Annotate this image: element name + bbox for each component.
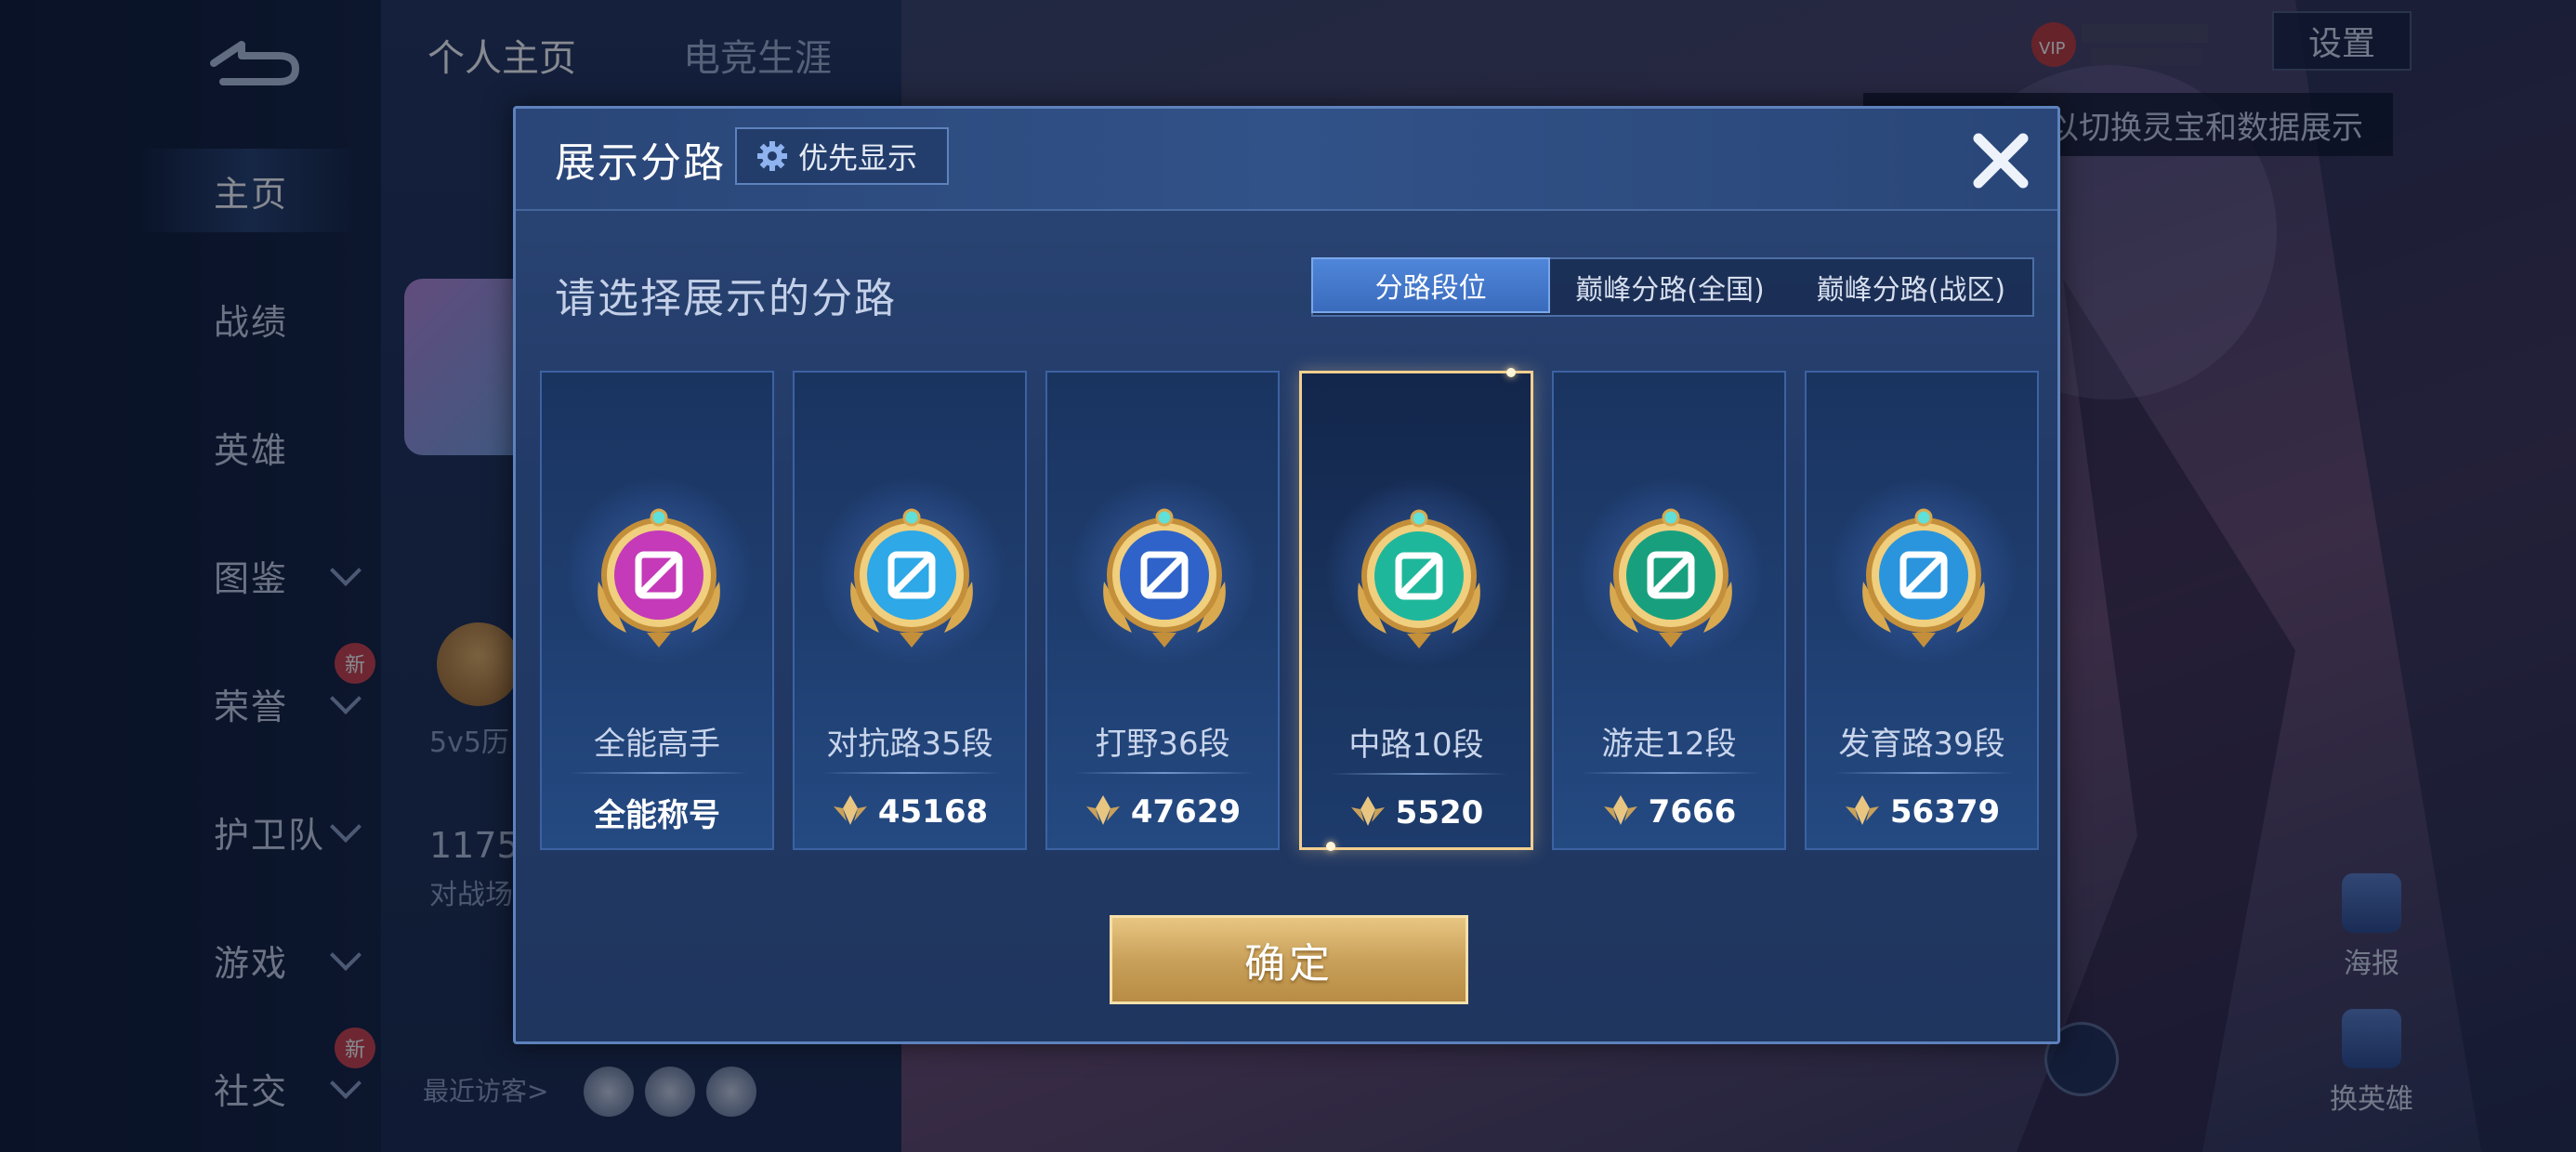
divider [1582,772,1760,774]
lane-card-label: 打野36段 [1095,726,1230,763]
lane-card-label: 全能高手 [594,726,720,763]
lane-card-value: 7666 [1648,793,1737,831]
divider [1834,772,2013,774]
dialog-subtitle: 请选择展示的分路 [555,275,897,322]
tab-peak-lane-national[interactable]: 巅峰分路(全国) [1550,259,1789,315]
farm-lane-emblem-icon [1854,493,1993,651]
lane-card-label: 游走12段 [1601,726,1737,763]
lane-card-value: 45168 [877,793,989,831]
peak-score-icon [1844,793,1881,831]
lane-card-value-row: 7666 [1554,787,1784,837]
lane-card[interactable]: 游走12段 7666 [1552,371,1786,850]
divider [1330,773,1508,775]
lane-card-value: 47629 [1130,793,1242,831]
lane-card-value-row: 45168 [795,787,1025,837]
lane-card-label: 对抗路35段 [826,726,993,763]
jungle-emblem-icon [1095,493,1234,651]
close-icon [1973,133,2029,189]
lane-card[interactable]: 中路10段 5520 [1299,368,1533,851]
confirm-button[interactable]: 确定 [1110,915,1468,1004]
close-button[interactable] [1965,125,2036,196]
lane-card-value-row: 56379 [1807,787,2037,837]
lane-card[interactable]: 全能高手 全能称号 [540,371,774,850]
lane-card-value-row: 5520 [1302,788,1531,838]
peak-score-icon [832,793,869,831]
roam-emblem-icon [1601,493,1741,651]
lane-card-label: 发育路39段 [1838,726,2005,763]
dialog-header: 展示分路 优先显示 [516,109,2057,211]
clash-lane-emblem-icon [842,493,981,651]
lane-card[interactable]: 对抗路35段 45168 [793,371,1027,850]
lane-card-value: 全能称号 [594,796,720,834]
display-lane-dialog: 展示分路 优先显示 请选择展示的分路 分路段位 巅峰分路(全国) 巅峰分路(战区… [513,106,2060,1044]
peak-score-icon [1349,794,1387,831]
selection-sparkle [1506,368,1516,377]
lane-card-label: 中路10段 [1348,727,1484,764]
dialog-title: 展示分路 [555,139,726,187]
peak-score-icon [1602,793,1639,831]
lane-card-value-row: 47629 [1047,787,1278,837]
peak-score-icon [1084,793,1122,831]
all-round-emblem-icon [589,493,729,651]
mid-lane-emblem-icon [1349,494,1489,652]
lane-card[interactable]: 打野36段 47629 [1045,371,1280,850]
gear-icon [757,141,787,171]
lane-type-tabs: 分路段位 巅峰分路(全国) 巅峰分路(战区) [1311,257,2034,317]
tab-lane-rank[interactable]: 分路段位 [1311,257,1551,313]
selection-sparkle [1326,842,1335,851]
lane-card-value: 56379 [1889,793,2001,831]
divider [1075,772,1254,774]
game-screen: VIP 设置 以切换灵宝和数据展示 海报 换英雄 个人主页 电竞生涯 5v5历 … [0,0,2576,1152]
tab-peak-lane-region[interactable]: 巅峰分路(战区) [1790,259,2032,315]
priority-display-button[interactable]: 优先显示 [735,127,949,185]
priority-display-label: 优先显示 [798,140,918,176]
divider [822,772,1001,774]
lane-card-value: 5520 [1395,794,1484,831]
lane-card-value-row: 全能称号 [542,787,772,837]
divider [570,772,748,774]
lane-card[interactable]: 发育路39段 56379 [1805,371,2039,850]
